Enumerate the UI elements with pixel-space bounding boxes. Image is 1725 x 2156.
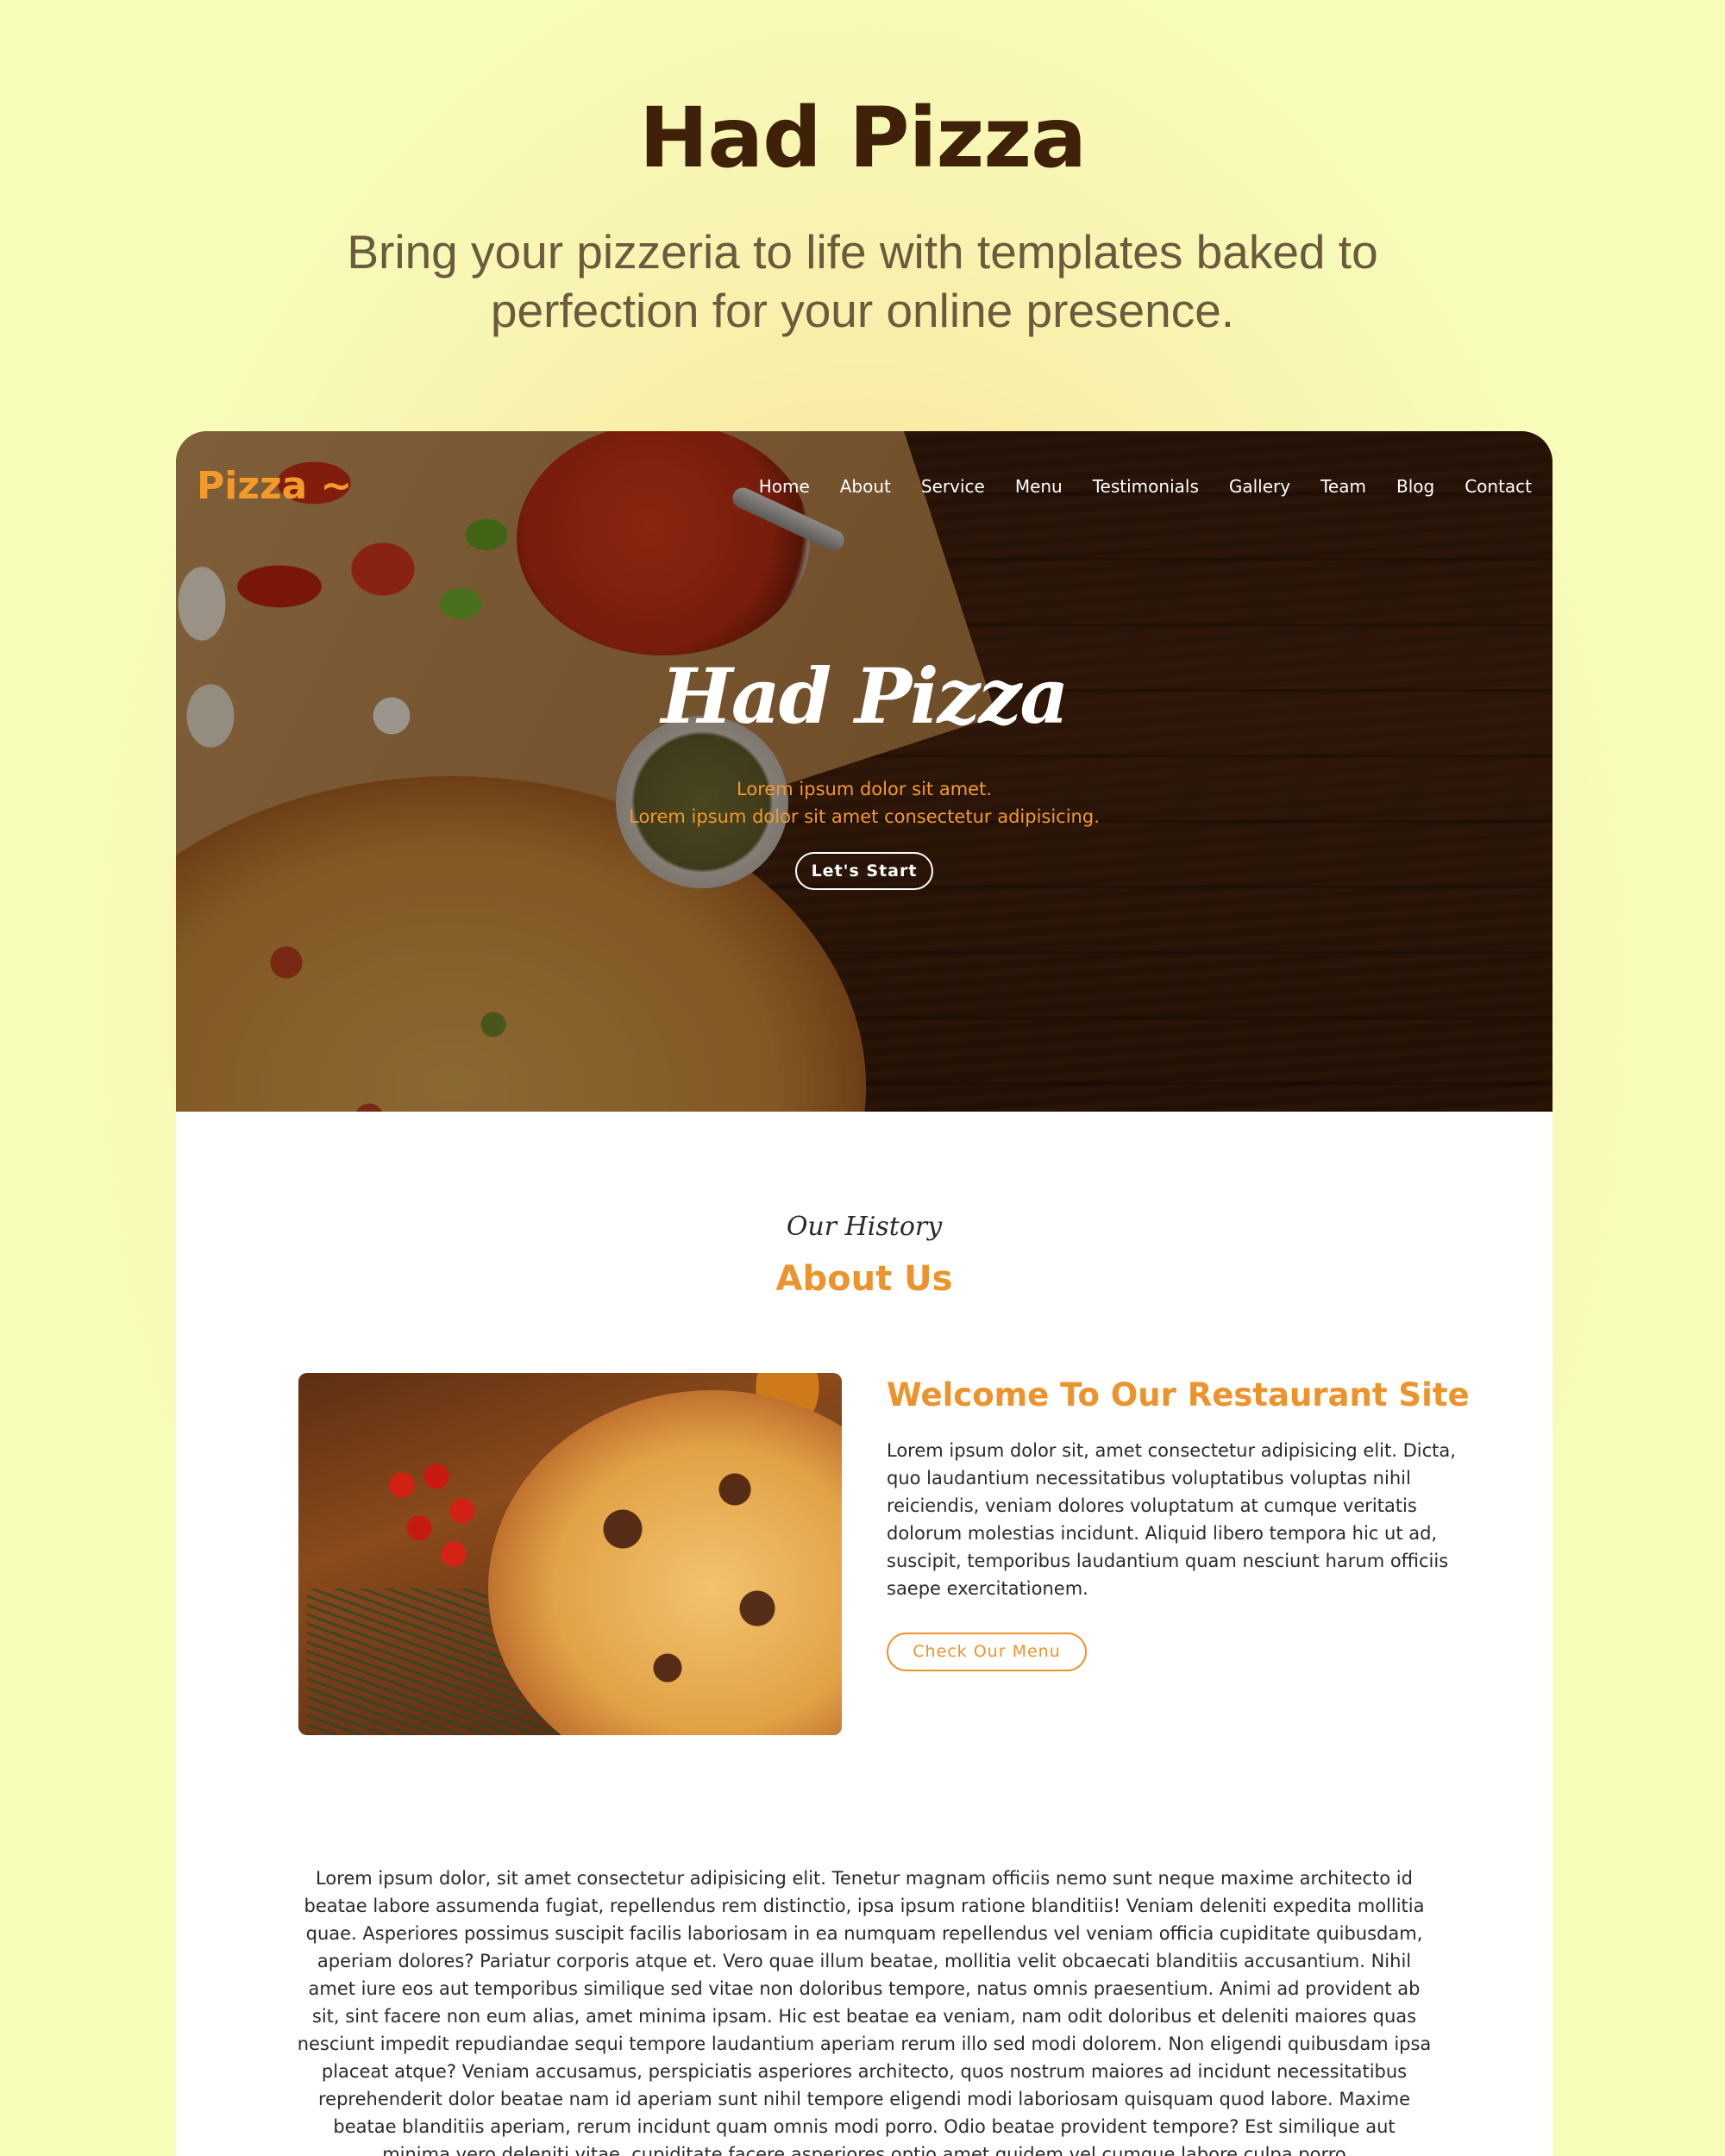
nav-item-about[interactable]: About bbox=[840, 476, 891, 497]
about-paragraph: Lorem ipsum dolor, sit amet consectetur … bbox=[297, 1868, 1432, 2156]
check-menu-button[interactable]: Check Our Menu bbox=[887, 1633, 1087, 1671]
hero-tagline-2: Lorem ipsum dolor sit amet consectetur a… bbox=[629, 806, 1100, 827]
welcome-text: Lorem ipsum dolor sit, amet consectetur … bbox=[887, 1440, 1456, 1599]
about-kicker: Our History bbox=[786, 1212, 943, 1242]
nav-item-blog[interactable]: Blog bbox=[1396, 476, 1434, 497]
nav-item-testimonials[interactable]: Testimonials bbox=[1093, 476, 1199, 497]
nav-item-contact[interactable]: Contact bbox=[1465, 476, 1532, 497]
pizza-image bbox=[488, 1390, 842, 1735]
nav-item-home[interactable]: Home bbox=[759, 476, 810, 497]
hero-tagline-1: Lorem ipsum dolor sit amet. bbox=[737, 779, 992, 799]
website-mockup: Pizza ~ Home About Service Menu Testimon… bbox=[176, 431, 1552, 2156]
cherry-tomatoes-image bbox=[367, 1451, 505, 1589]
nav-item-gallery[interactable]: Gallery bbox=[1229, 476, 1290, 497]
hero-title: Had Pizza bbox=[661, 651, 1070, 741]
hero-section: Pizza ~ Home About Service Menu Testimon… bbox=[176, 431, 1552, 1112]
nav-item-service[interactable]: Service bbox=[921, 476, 985, 497]
lets-start-button[interactable]: Let's Start bbox=[795, 852, 933, 890]
nav-item-team[interactable]: Team bbox=[1320, 476, 1366, 497]
site-logo[interactable]: Pizza ~ bbox=[197, 464, 352, 508]
hero-overlay bbox=[176, 431, 1552, 1112]
about-pizza-image bbox=[298, 1373, 842, 1735]
page-title: Had Pizza bbox=[638, 90, 1087, 186]
nav-item-menu[interactable]: Menu bbox=[1015, 476, 1063, 497]
page-subtitle: Bring your pizzeria to life with templat… bbox=[347, 225, 1378, 337]
about-heading: About Us bbox=[775, 1259, 953, 1299]
site-nav: Home About Service Menu Testimonials Gal… bbox=[729, 476, 1532, 497]
welcome-title: Welcome To Our Restaurant Site bbox=[887, 1376, 1470, 1413]
